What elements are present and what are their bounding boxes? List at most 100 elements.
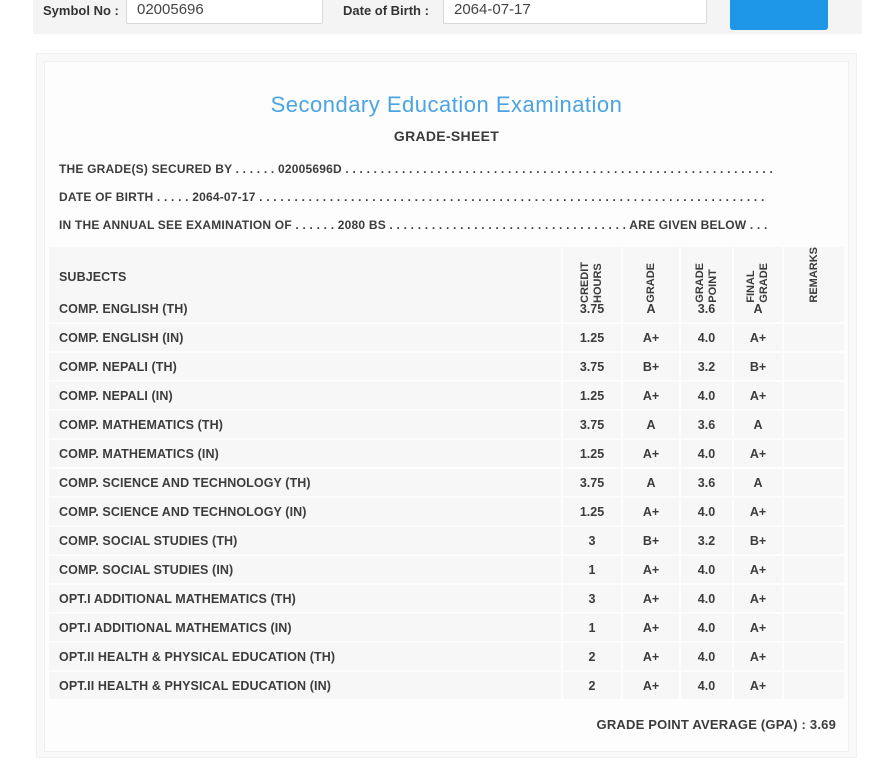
grade-cell: A <box>623 469 679 496</box>
subject-cell: COMP. MATHEMATICS (TH) <box>49 411 561 438</box>
result-panel: Secondary Education Examination GRADE-SH… <box>36 53 857 758</box>
table-row: COMP. NEPALI (TH) 3.75 B+ 3.2 B+ <box>49 353 844 380</box>
final-grade-cell: A+ <box>734 643 782 670</box>
symbol-no-input[interactable] <box>126 0 323 24</box>
table-row: OPT.I ADDITIONAL MATHEMATICS (TH) 3 A+ 4… <box>49 585 844 612</box>
final-grade-cell: A+ <box>734 382 782 409</box>
final-grade-cell: B+ <box>734 527 782 554</box>
table-row: OPT.II HEALTH & PHYSICAL EDUCATION (IN) … <box>49 672 844 699</box>
subject-cell: COMP. ENGLISH (TH) <box>49 295 561 322</box>
subject-cell: OPT.I ADDITIONAL MATHEMATICS (IN) <box>49 614 561 641</box>
final-grade-cell: A <box>734 411 782 438</box>
remarks-cell <box>784 411 844 438</box>
remarks-cell <box>784 469 844 496</box>
table-row: COMP. SCIENCE AND TECHNOLOGY (IN) 1.25 A… <box>49 498 844 525</box>
credit-hours-cell: 1.25 <box>563 382 621 409</box>
remarks-cell <box>784 556 844 583</box>
remarks-cell <box>784 672 844 699</box>
grade-cell: A+ <box>623 585 679 612</box>
candidate-info: THE GRADE(S) SECURED BY . . . . . . 0200… <box>59 162 848 233</box>
credit-hours-cell: 1.25 <box>563 440 621 467</box>
subject-cell: COMP. SOCIAL STUDIES (TH) <box>49 527 561 554</box>
table-row: OPT.II HEALTH & PHYSICAL EDUCATION (TH) … <box>49 643 844 670</box>
credit-hours-cell: 3 <box>563 527 621 554</box>
remarks-cell <box>784 614 844 641</box>
examination-year-line: IN THE ANNUAL SEE EXAMINATION OF . . . .… <box>59 218 768 232</box>
grades-secured-by-line: THE GRADE(S) SECURED BY . . . . . . 0200… <box>59 162 775 176</box>
final-grade-cell: A+ <box>734 440 782 467</box>
search-result-button[interactable]: Search Result <box>730 0 828 30</box>
page-title: Secondary Education Examination <box>270 92 623 117</box>
grade-point-cell: 3.6 <box>681 411 732 438</box>
credit-hours-cell: 1 <box>563 614 621 641</box>
credit-hours-cell: 1.25 <box>563 498 621 525</box>
grade-cell: A+ <box>623 643 679 670</box>
credit-hours-cell: 3.75 <box>563 469 621 496</box>
search-form: Symbol No : Date of Birth : Search Resul… <box>33 0 862 34</box>
grade-point-cell: 4.0 <box>681 556 732 583</box>
grade-point-cell: 4.0 <box>681 672 732 699</box>
table-row: COMP. ENGLISH (IN) 1.25 A+ 4.0 A+ <box>49 324 844 351</box>
credit-hours-cell: 1 <box>563 556 621 583</box>
final-grade-cell: A+ <box>734 672 782 699</box>
subject-cell: OPT.II HEALTH & PHYSICAL EDUCATION (TH) <box>49 643 561 670</box>
remarks-cell <box>784 585 844 612</box>
subject-cell: COMP. SCIENCE AND TECHNOLOGY (TH) <box>49 469 561 496</box>
subject-cell: COMP. NEPALI (IN) <box>49 382 561 409</box>
credit-hours-cell: 2 <box>563 643 621 670</box>
gpa-summary: GRADE POINT AVERAGE (GPA) : 3.69 <box>596 717 836 732</box>
table-row: OPT.I ADDITIONAL MATHEMATICS (IN) 1 A+ 4… <box>49 614 844 641</box>
grade-cell: A+ <box>623 382 679 409</box>
grade-point-cell: 4.0 <box>681 585 732 612</box>
subject-cell: COMP. MATHEMATICS (IN) <box>49 440 561 467</box>
remarks-cell <box>784 324 844 351</box>
table-row: COMP. NEPALI (IN) 1.25 A+ 4.0 A+ <box>49 382 844 409</box>
grade-point-cell: 3.6 <box>681 469 732 496</box>
grade-cell: A+ <box>623 498 679 525</box>
grade-point-cell: 3.2 <box>681 527 732 554</box>
table-row: COMP. SOCIAL STUDIES (TH) 3 B+ 3.2 B+ <box>49 527 844 554</box>
remarks-cell <box>784 440 844 467</box>
grade-cell: B+ <box>623 353 679 380</box>
grade-point-cell: 4.0 <box>681 643 732 670</box>
grade-point-cell: 4.0 <box>681 614 732 641</box>
credit-hours-cell: 3.75 <box>563 353 621 380</box>
symbol-no-label: Symbol No : <box>43 3 119 18</box>
grade-point-cell: 4.0 <box>681 440 732 467</box>
subject-cell: COMP. ENGLISH (IN) <box>49 324 561 351</box>
grade-cell: A <box>623 411 679 438</box>
grade-point-cell: 4.0 <box>681 324 732 351</box>
remarks-cell <box>784 353 844 380</box>
remarks-cell <box>784 382 844 409</box>
remarks-cell <box>784 527 844 554</box>
grade-cell: A+ <box>623 556 679 583</box>
final-grade-cell: B+ <box>734 353 782 380</box>
final-grade-cell: A <box>734 469 782 496</box>
final-grade-cell: A+ <box>734 614 782 641</box>
table-row: COMP. MATHEMATICS (IN) 1.25 A+ 4.0 A+ <box>49 440 844 467</box>
final-grade-cell: A+ <box>734 556 782 583</box>
date-of-birth-line: DATE OF BIRTH . . . . . 2064-07-17 . . .… <box>59 190 765 204</box>
remarks-cell <box>784 643 844 670</box>
date-of-birth-input[interactable] <box>443 0 707 24</box>
grade-point-cell: 3.2 <box>681 353 732 380</box>
grade-cell: A+ <box>623 672 679 699</box>
grade-cell: A+ <box>623 614 679 641</box>
grades-table: SUBJECTS CREDIT HOURS GRADE GRADE POINT … <box>49 247 844 699</box>
final-grade-cell: A+ <box>734 498 782 525</box>
date-of-birth-label: Date of Birth : <box>343 3 429 18</box>
credit-hours-cell: 2 <box>563 672 621 699</box>
subject-cell: OPT.I ADDITIONAL MATHEMATICS (TH) <box>49 585 561 612</box>
grade-cell: A+ <box>623 440 679 467</box>
grade-sheet-subtitle: GRADE-SHEET <box>393 128 500 144</box>
grade-cell: B+ <box>623 527 679 554</box>
remarks-cell <box>784 498 844 525</box>
credit-hours-cell: 3.75 <box>563 411 621 438</box>
final-grade-cell: A+ <box>734 585 782 612</box>
final-grade-cell: A+ <box>734 324 782 351</box>
credit-hours-cell: 3 <box>563 585 621 612</box>
credit-hours-cell: 1.25 <box>563 324 621 351</box>
subject-cell: COMP. SCIENCE AND TECHNOLOGY (IN) <box>49 498 561 525</box>
table-row: COMP. ENGLISH (TH) 3.75 A 3.6 A <box>49 295 844 322</box>
subject-cell: COMP. NEPALI (TH) <box>49 353 561 380</box>
